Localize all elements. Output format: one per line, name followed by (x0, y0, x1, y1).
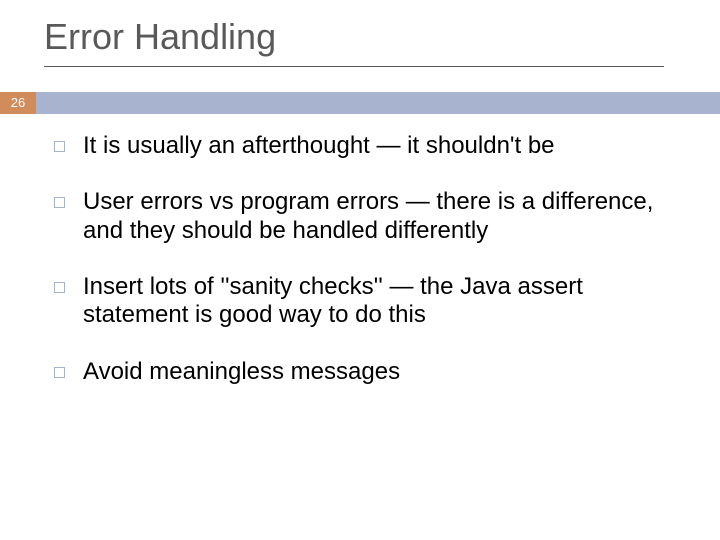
bullet-text: User errors vs program errors — there is… (83, 188, 672, 245)
page-number-badge: 26 (0, 92, 36, 114)
square-bullet-icon (54, 197, 65, 208)
slide: Error Handling 26 It is usually an after… (0, 0, 720, 540)
title-underline (44, 66, 664, 67)
bullet-item: Avoid meaningless messages (54, 358, 672, 386)
square-bullet-icon (54, 367, 65, 378)
bullet-item: It is usually an afterthought — it shoul… (54, 132, 672, 160)
header-bar (0, 92, 720, 114)
bullet-text: Insert lots of ''sanity checks'' — the J… (83, 273, 672, 330)
slide-body: It is usually an afterthought — it shoul… (54, 132, 672, 414)
bullet-item: User errors vs program errors — there is… (54, 188, 672, 245)
bullet-text: It is usually an afterthought — it shoul… (83, 132, 672, 160)
square-bullet-icon (54, 282, 65, 293)
slide-title: Error Handling (44, 16, 276, 58)
square-bullet-icon (54, 141, 65, 152)
bullet-item: Insert lots of ''sanity checks'' — the J… (54, 273, 672, 330)
bullet-text: Avoid meaningless messages (83, 358, 672, 386)
